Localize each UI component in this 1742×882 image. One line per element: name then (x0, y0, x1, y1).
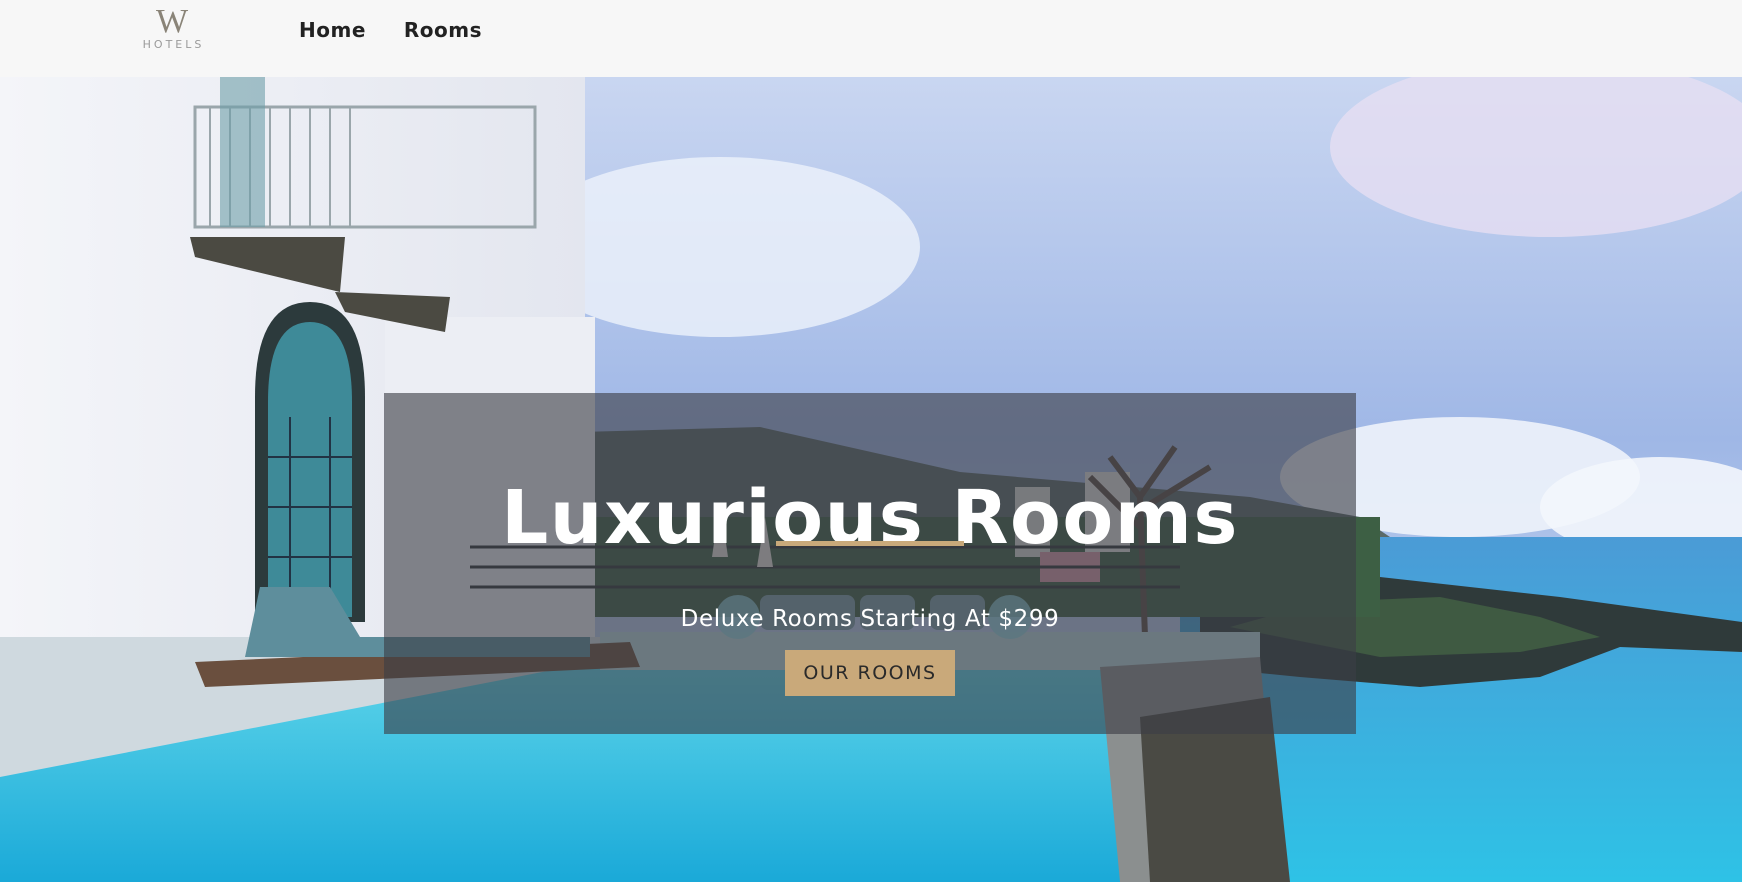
w-logo-mark: W (156, 6, 189, 36)
w-hotels-logo[interactable]: W HOTELS (130, 6, 214, 58)
logo-subtitle: HOTELS (142, 38, 205, 51)
title-divider (776, 541, 964, 546)
top-navbar: W HOTELS Home Rooms (0, 0, 1742, 77)
nav-link-rooms[interactable]: Rooms (404, 18, 482, 42)
nav-link-home[interactable]: Home (299, 18, 366, 42)
hero-section: Luxurious Rooms Deluxe Rooms Starting At… (0, 77, 1742, 882)
our-rooms-button[interactable]: OUR ROOMS (785, 650, 955, 696)
hero-banner: Luxurious Rooms Deluxe Rooms Starting At… (384, 393, 1356, 734)
hero-subtitle: Deluxe Rooms Starting At $299 (680, 606, 1060, 632)
main-nav: Home Rooms (299, 18, 482, 42)
svg-text:W: W (156, 6, 189, 36)
